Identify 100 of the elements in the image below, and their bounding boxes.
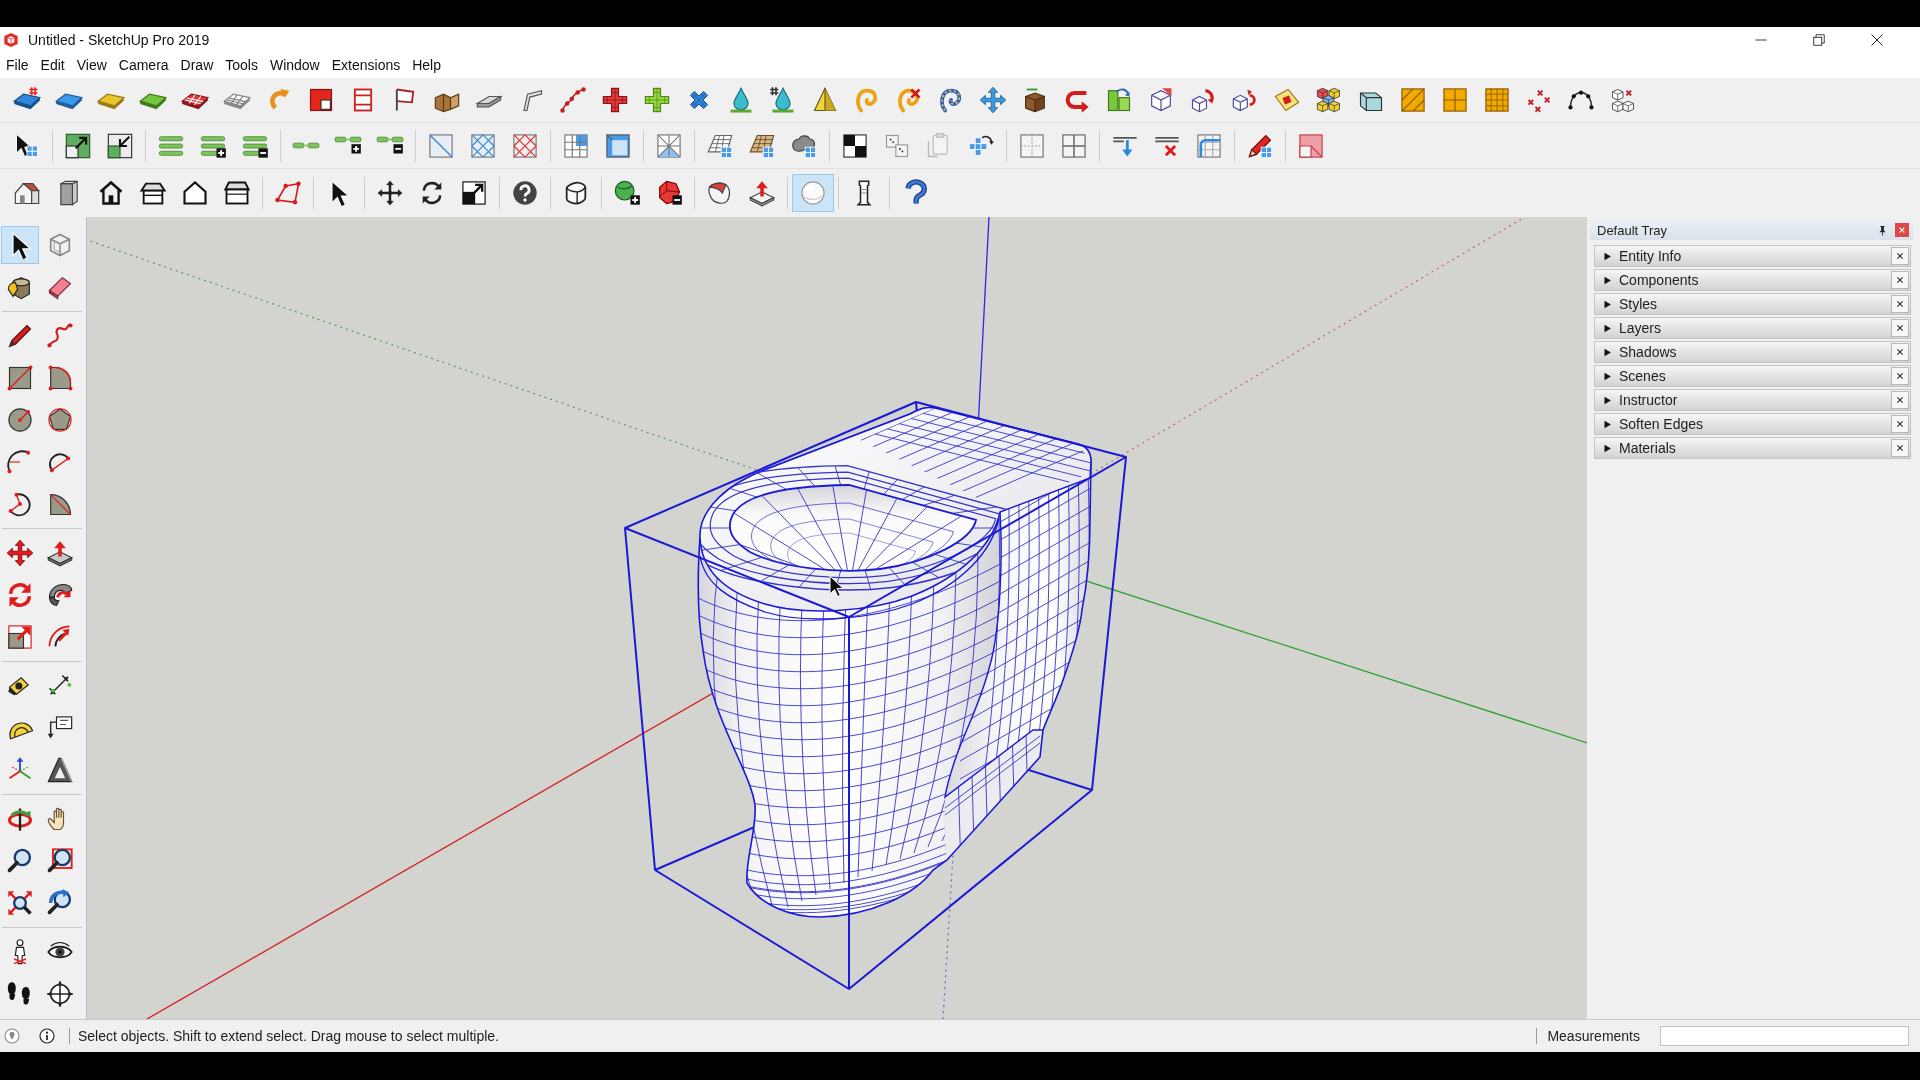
magnifier-arrows-icon — [6, 889, 34, 917]
triangle-frame-icon — [46, 756, 74, 784]
info-icon — [39, 1028, 55, 1044]
panel-close-button[interactable] — [1891, 247, 1909, 265]
checker-icon — [841, 131, 869, 160]
rectangle-icon — [6, 364, 34, 392]
panel-close-button[interactable] — [1891, 271, 1909, 289]
tool-button[interactable] — [1, 226, 39, 264]
scale-square-icon — [460, 179, 488, 207]
blocks-icon — [1105, 86, 1133, 114]
shrink-square-icon — [106, 131, 134, 160]
circular-arrows-icon — [6, 581, 34, 609]
cubes-icon — [1315, 86, 1343, 114]
pencil-icon — [6, 322, 34, 350]
rounded-corner-icon — [46, 364, 74, 392]
move-arrows-icon — [376, 179, 404, 207]
grid-square-icon — [1060, 131, 1088, 160]
menu-item[interactable]: Camera — [112, 55, 175, 76]
panel-close-button[interactable] — [1891, 343, 1909, 361]
panel-close-button[interactable] — [1891, 415, 1909, 433]
cubes-icon — [1609, 86, 1637, 114]
menu-item[interactable]: Window — [263, 55, 326, 76]
grid-square-icon — [1441, 86, 1469, 114]
panel-toggle[interactable]: Shadows — [1595, 342, 1891, 362]
arc-points-icon — [1567, 90, 1595, 110]
close-icon — [1896, 252, 1904, 260]
panel-toggle[interactable]: Materials — [1595, 438, 1891, 458]
move-arrows-icon — [6, 539, 34, 567]
magnifier-square-icon — [46, 847, 74, 875]
frame-curve-icon — [1195, 131, 1223, 160]
menu-item[interactable]: File — [0, 55, 35, 76]
circle-icon — [6, 406, 34, 434]
square-corner-icon — [307, 86, 335, 114]
dashed-line-icon — [292, 142, 320, 149]
location-pin-icon — [4, 1028, 20, 1044]
curl-arrow-icon — [46, 581, 74, 609]
panel-close-button[interactable] — [1891, 439, 1909, 457]
menu-item[interactable]: View — [70, 55, 113, 76]
close-icon — [1896, 420, 1904, 428]
menu-item[interactable]: Draw — [174, 55, 220, 76]
panel-toggle[interactable]: Entity Info — [1595, 246, 1891, 266]
cube-rotate-icon — [1189, 86, 1217, 114]
panel-toggle[interactable]: Instructor — [1595, 390, 1891, 410]
hatched-square-icon — [1399, 86, 1427, 114]
menu-item[interactable]: Edit — [34, 55, 71, 76]
menu-item[interactable]: Help — [406, 55, 447, 76]
close-icon — [1898, 226, 1906, 234]
status-text: Select objects. Shift to extend select. Drag mouse to select multiple. — [78, 1028, 499, 1044]
measurements-field[interactable] — [1660, 1026, 1909, 1046]
cross-icon — [601, 86, 629, 114]
menu-item[interactable]: Extensions — [325, 55, 407, 76]
tray-close-button[interactable] — [1895, 223, 1909, 237]
house-icon — [223, 179, 251, 207]
cross-icon — [643, 86, 671, 114]
panel-toggle[interactable]: Scenes — [1595, 366, 1891, 386]
panel-close-button[interactable] — [1891, 367, 1909, 385]
loop-x-icon — [895, 86, 923, 114]
panel-close-button[interactable] — [1891, 319, 1909, 337]
pin-icon — [1877, 224, 1888, 236]
logo-icon — [3, 32, 19, 48]
panel-close-button[interactable] — [1891, 391, 1909, 409]
magnifier-arrow-icon — [46, 889, 74, 917]
grid-icon — [562, 131, 590, 160]
squiggle-icon — [46, 322, 74, 350]
close-icon — [1896, 348, 1904, 356]
polygon-icon — [46, 406, 74, 434]
close-icon — [1896, 444, 1904, 452]
panel-toggle[interactable]: Layers — [1595, 318, 1891, 338]
close-icon — [1871, 34, 1883, 46]
dashed-line-plus-icon — [334, 136, 362, 155]
expand-square-icon — [64, 131, 92, 160]
house-icon — [97, 179, 125, 207]
pyramid-icon — [811, 86, 839, 114]
square-diagonal-icon — [427, 131, 455, 160]
move-arrows-icon — [979, 86, 1007, 114]
close-icon — [1896, 276, 1904, 284]
close-icon — [1896, 396, 1904, 404]
tray-title: Default Tray — [1597, 222, 1668, 238]
close-icon — [1896, 324, 1904, 332]
panel-close-button[interactable] — [1891, 295, 1909, 313]
restore-icon — [1813, 34, 1825, 46]
grid-square-icon — [1483, 86, 1511, 114]
panel-toggle[interactable]: Soften Edges — [1595, 414, 1891, 434]
menu-item[interactable]: Tools — [219, 55, 264, 76]
square-frame-icon — [604, 131, 632, 160]
panel-toggle[interactable]: Components — [1595, 270, 1891, 290]
close-icon — [1896, 372, 1904, 380]
plate-arrow-icon — [748, 179, 776, 207]
split-square-icon — [1018, 131, 1046, 160]
drop-hash-icon — [769, 86, 797, 114]
shaded-square-icon — [1297, 131, 1325, 160]
square-split-icon — [655, 131, 683, 160]
close-icon — [1896, 300, 1904, 308]
arc-icon — [6, 490, 34, 518]
point-curve-icon — [559, 86, 587, 114]
crosshair-circle-icon — [46, 980, 74, 1008]
sphere-icon — [799, 179, 827, 207]
square-hatch-icon — [469, 131, 497, 160]
panel-toggle[interactable]: Styles — [1595, 294, 1891, 314]
slab-arrow-icon — [46, 539, 74, 567]
